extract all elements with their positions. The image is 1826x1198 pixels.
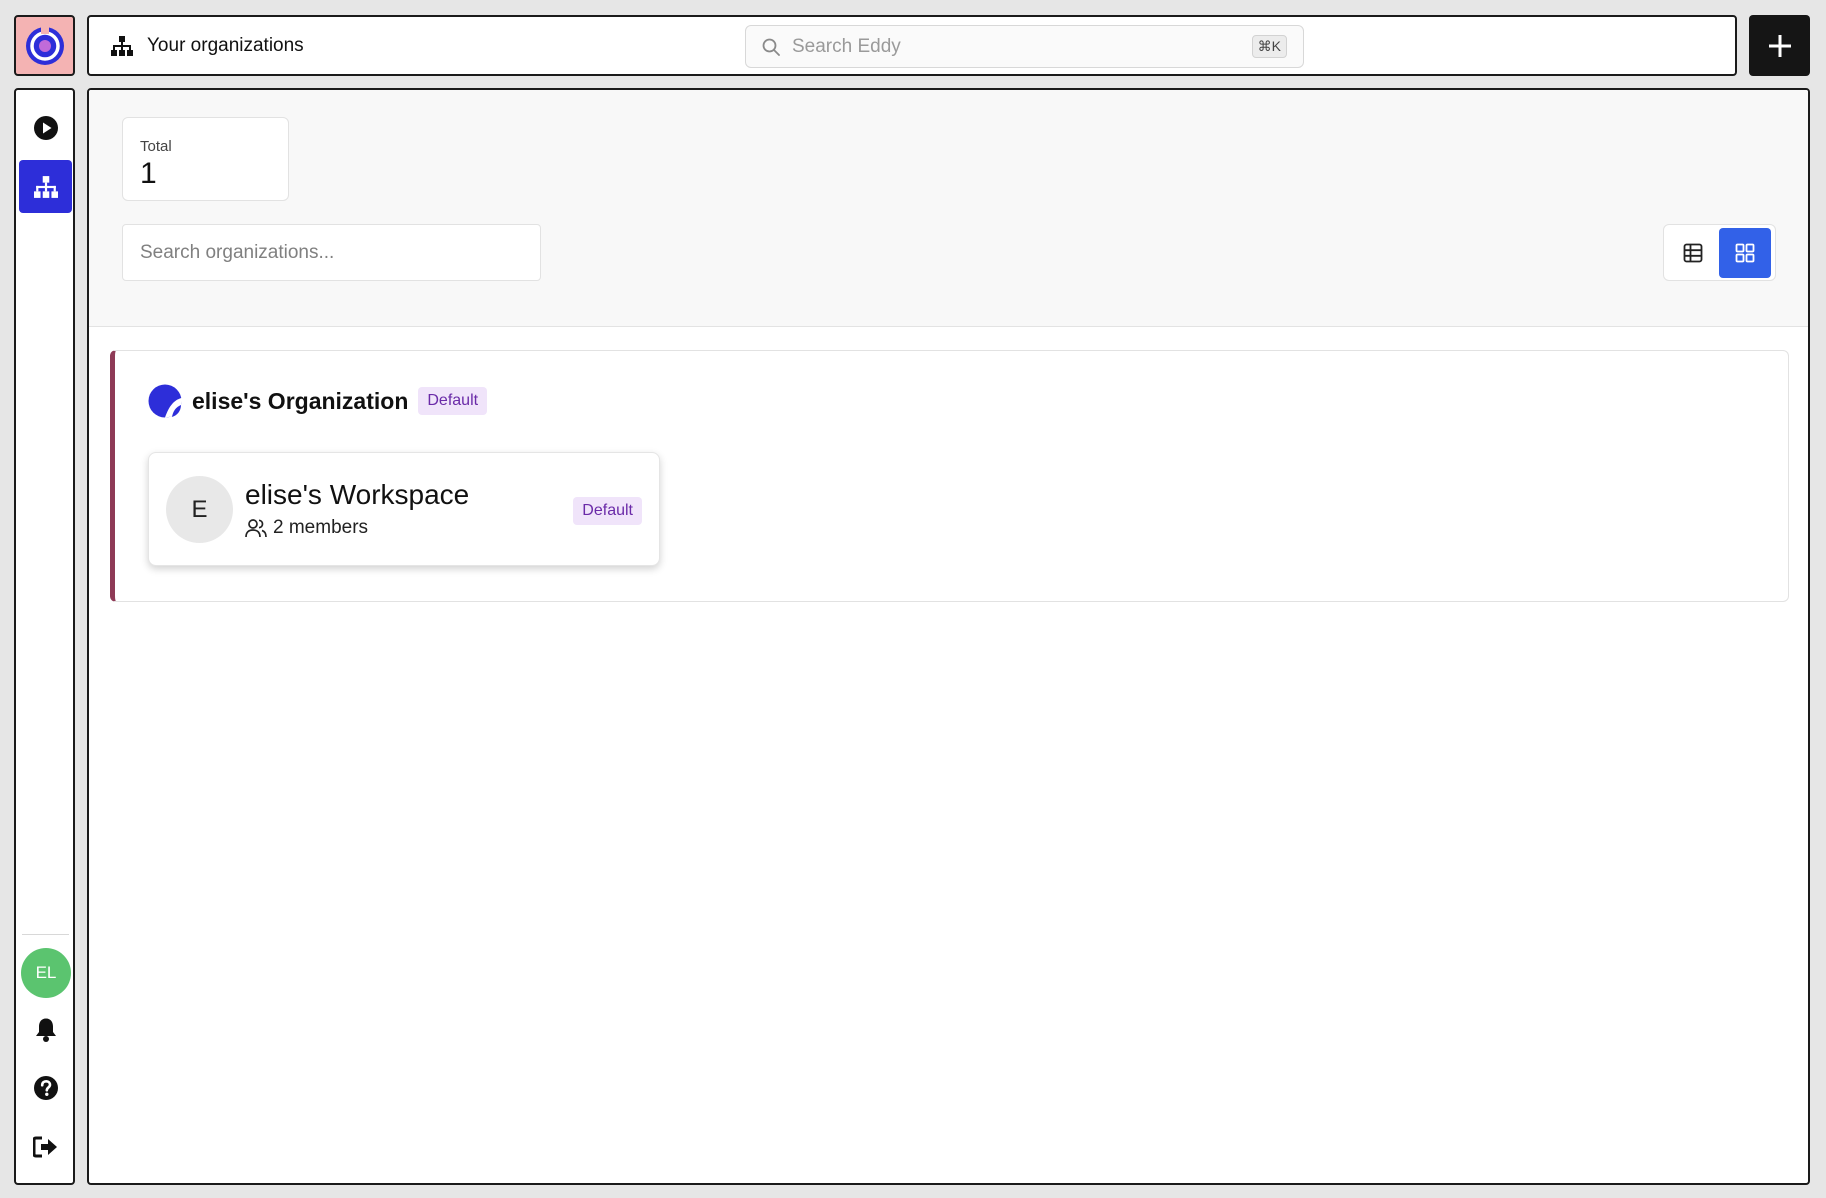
- organization-search[interactable]: [122, 224, 541, 281]
- users-icon: [245, 519, 267, 538]
- sidebar: EL: [14, 88, 75, 1185]
- help-button[interactable]: [19, 1061, 72, 1114]
- help-icon: [33, 1075, 58, 1100]
- workspace-card[interactable]: E elise's Workspace 2 members Default: [148, 452, 660, 566]
- table-view-button[interactable]: [1667, 228, 1719, 278]
- main-header: Total 1: [89, 90, 1808, 327]
- main-panel: Total 1 Search organizations... elise's …: [87, 88, 1810, 1185]
- bell-icon: [35, 1018, 56, 1042]
- organization-header: elise's Organization Default: [148, 384, 488, 418]
- workspace-default-badge: Default: [573, 497, 642, 525]
- add-button[interactable]: [1749, 15, 1810, 76]
- view-toggle: [1663, 224, 1776, 281]
- total-value: 1: [140, 157, 157, 190]
- app-logo[interactable]: [14, 15, 75, 76]
- search-shortcut: ⌘K: [1251, 35, 1287, 58]
- search-icon: [762, 38, 780, 56]
- grid-view-button[interactable]: [1719, 227, 1771, 278]
- logo-icon: [25, 24, 64, 65]
- organization-card: elise's Organization Default E elise's W…: [110, 350, 1789, 602]
- table-icon: [1683, 243, 1703, 262]
- workspace-avatar: E: [166, 476, 233, 543]
- sidebar-item-organizations[interactable]: [19, 160, 72, 213]
- sidebar-item-play[interactable]: [19, 101, 72, 154]
- top-bar: Your organizations ⌘K: [87, 15, 1737, 76]
- global-search-input[interactable]: [792, 35, 1252, 58]
- notifications-button[interactable]: [19, 1003, 72, 1056]
- organization-logo-icon: [148, 384, 182, 418]
- logout-button[interactable]: [19, 1120, 72, 1173]
- workspace-members: 2 members: [245, 517, 368, 539]
- user-avatar[interactable]: EL: [21, 948, 71, 998]
- app-root: Your organizations ⌘K: [0, 0, 1826, 1198]
- workspace-members-count: 2 members: [273, 517, 369, 538]
- plus-icon: [1768, 34, 1791, 57]
- page-title: Your organizations: [111, 35, 304, 57]
- organization-default-badge: Default: [418, 387, 488, 415]
- sidebar-divider: [22, 934, 69, 935]
- total-stat-card: Total 1: [122, 117, 289, 201]
- organization-name[interactable]: elise's Organization: [192, 388, 408, 415]
- sitemap-icon: [33, 175, 58, 198]
- global-search[interactable]: ⌘K: [745, 25, 1304, 68]
- logout-icon: [32, 1136, 57, 1157]
- organization-search-input[interactable]: [140, 241, 523, 264]
- grid-icon: [1735, 243, 1755, 262]
- sitemap-icon: [111, 35, 133, 56]
- total-label: Total: [140, 138, 172, 155]
- workspace-name: elise's Workspace: [245, 479, 470, 510]
- play-circle-icon: [33, 115, 58, 140]
- page-title-text: Your organizations: [147, 34, 304, 56]
